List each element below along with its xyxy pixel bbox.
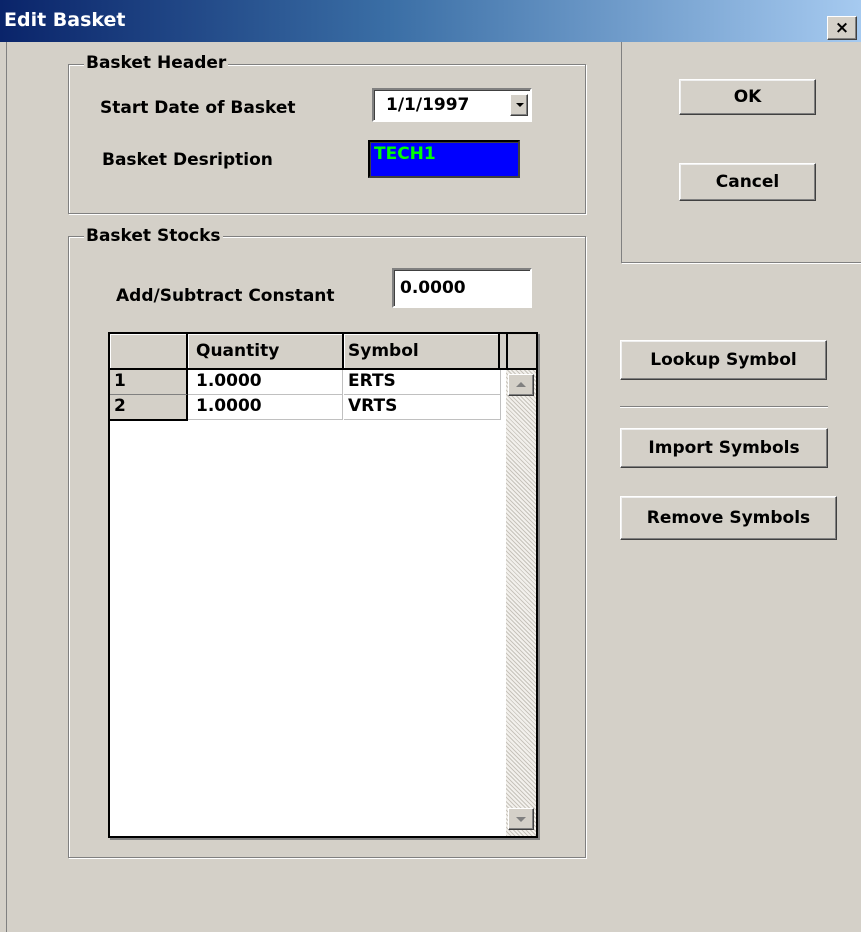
grid-header-row: Quantity Symbol	[110, 334, 536, 370]
cancel-button[interactable]: Cancel	[679, 163, 816, 201]
scroll-down-button[interactable]	[508, 808, 534, 830]
chevron-down-icon	[516, 817, 526, 822]
chevron-up-icon	[516, 382, 526, 387]
close-icon: ×	[834, 18, 850, 38]
start-date-value: 1/1/1997	[386, 95, 470, 115]
grid-corner-cell	[110, 334, 188, 368]
description-label: Basket Desription	[102, 150, 273, 170]
constant-value: 0.0000	[400, 278, 466, 298]
grid-header-filler	[500, 334, 508, 368]
scroll-up-button[interactable]	[508, 374, 534, 396]
separator	[620, 406, 828, 407]
table-row[interactable]: 1 1.0000 ERTS	[110, 370, 506, 395]
quantity-cell[interactable]: 1.0000	[188, 395, 343, 420]
row-index-cell: 1	[110, 370, 188, 395]
chevron-down-icon	[516, 103, 524, 107]
close-button[interactable]: ×	[827, 16, 857, 40]
window-left-edge	[6, 42, 7, 932]
start-date-combo[interactable]: 1/1/1997	[372, 88, 532, 122]
ok-button[interactable]: OK	[679, 79, 816, 115]
remove-symbols-button[interactable]: Remove Symbols	[620, 496, 837, 540]
action-panel	[621, 42, 861, 263]
basket-stocks-legend: Basket Stocks	[84, 226, 223, 246]
grid-header-quantity[interactable]: Quantity	[188, 334, 344, 368]
table-row[interactable]: 2 1.0000 VRTS	[110, 395, 506, 421]
description-value: TECH1	[374, 144, 436, 164]
row-index-cell: 2	[110, 395, 188, 421]
grid-vertical-scrollbar[interactable]	[506, 370, 536, 836]
title-bar: Edit Basket ×	[0, 0, 861, 42]
basket-header-group	[68, 64, 586, 214]
constant-input[interactable]: 0.0000	[392, 268, 532, 308]
symbol-cell[interactable]: ERTS	[344, 370, 501, 395]
quantity-cell[interactable]: 1.0000	[188, 370, 343, 395]
grid-header-symbol[interactable]: Symbol	[344, 334, 500, 368]
start-date-label: Start Date of Basket	[100, 98, 296, 118]
stocks-grid[interactable]: Quantity Symbol 1 1.0000 ERTS 2 1.0000 V…	[108, 332, 538, 838]
window-title: Edit Basket	[4, 9, 126, 31]
import-symbols-button[interactable]: Import Symbols	[620, 428, 828, 468]
lookup-symbol-button[interactable]: Lookup Symbol	[620, 340, 827, 380]
start-date-dropdown-button[interactable]	[510, 94, 528, 116]
symbol-cell[interactable]: VRTS	[344, 395, 501, 420]
basket-header-legend: Basket Header	[84, 53, 229, 73]
constant-label: Add/Subtract Constant	[116, 286, 335, 306]
description-field[interactable]: TECH1	[368, 140, 520, 178]
